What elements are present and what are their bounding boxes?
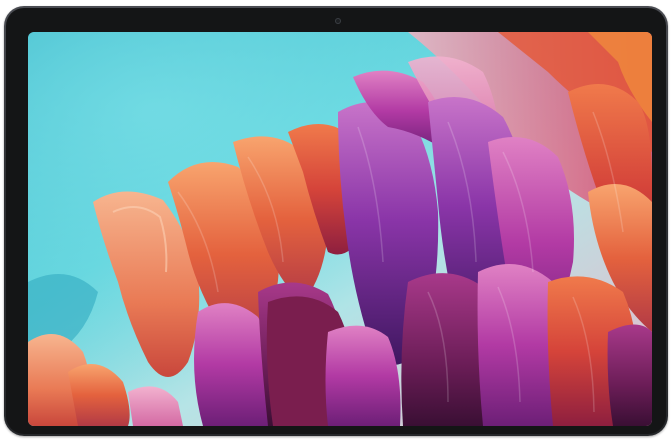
wallpaper — [28, 32, 652, 426]
front-camera-icon — [335, 18, 341, 24]
tablet-device — [4, 6, 668, 436]
product-photo — [0, 0, 672, 440]
tablet-screen — [28, 32, 652, 426]
